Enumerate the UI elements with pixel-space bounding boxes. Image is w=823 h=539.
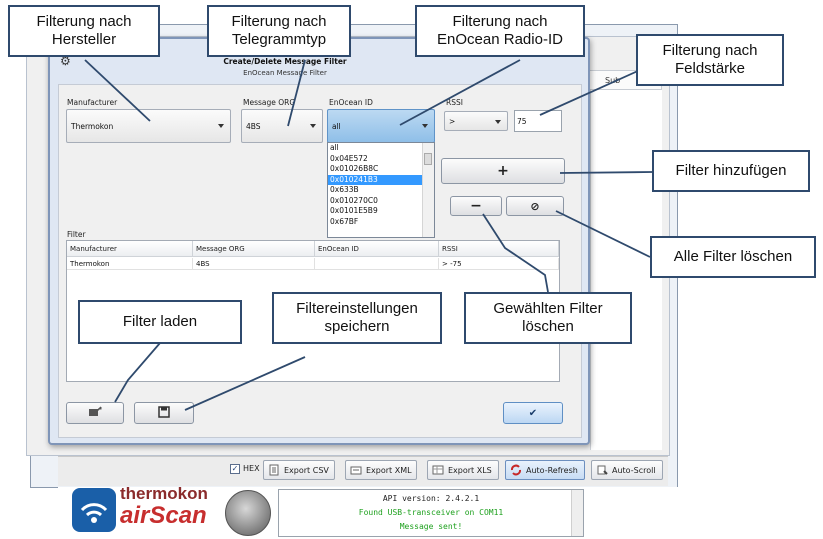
xml-file-icon	[350, 464, 362, 476]
callout-delete-all: Alle Filter löschen	[650, 236, 816, 278]
manufacturer-label: Manufacturer	[67, 98, 118, 107]
add-filter-button[interactable]: +	[441, 158, 565, 184]
scroll-icon	[596, 464, 608, 476]
callout-text: Filter laden	[122, 313, 198, 330]
console-scrollbar[interactable]	[571, 490, 583, 536]
chevron-down-icon	[310, 124, 316, 128]
brand-logo-text: thermokon	[120, 484, 208, 503]
callout-text: Filterung nach	[36, 13, 132, 30]
knob-icon[interactable]	[225, 490, 271, 536]
callout-text: Filterung nach	[452, 13, 548, 30]
callout-save-settings: Filtereinstellungen speichern	[272, 292, 442, 344]
dropdown-option[interactable]: 0x0101E5B9	[328, 206, 422, 217]
callout-text: Filterung nach	[662, 42, 758, 59]
table-cell[interactable]: Thermokon	[67, 258, 193, 270]
callout-text: Telegrammtyp	[231, 31, 327, 48]
column-header[interactable]: Message ORG	[193, 241, 315, 257]
column-header[interactable]: RSSI	[439, 241, 559, 257]
callout-text: Filtereinstellungen	[296, 300, 418, 317]
export-csv-label: Export CSV	[284, 465, 329, 475]
auto-scroll-button[interactable]: Auto-Scroll	[591, 460, 663, 480]
chevron-down-icon	[422, 124, 428, 128]
message-org-label: Message ORG	[243, 98, 296, 107]
callout-text: Gewählten Filter	[493, 300, 603, 317]
enocean-id-value: all	[332, 122, 341, 131]
rssi-value-input[interactable]: 75	[514, 110, 562, 132]
dropdown-option-selected[interactable]: 0x010241B3	[328, 174, 422, 185]
callout-load-filter: Filter laden	[78, 300, 242, 344]
hex-checkbox[interactable]: ✓	[230, 464, 240, 474]
chevron-down-icon	[495, 120, 501, 124]
callout-text: Hersteller	[51, 31, 117, 48]
xls-file-icon	[432, 464, 444, 476]
manufacturer-select[interactable]: Thermokon	[66, 109, 231, 143]
callout-manufacturer: Filterung nach Hersteller	[8, 5, 160, 57]
export-csv-button[interactable]: Export CSV	[263, 460, 335, 480]
callout-field-strength: Filterung nach Feldstärke	[636, 34, 784, 86]
enocean-id-dropdown-list: all 0x04E572 0x01026B8C 0x010241B3 0x633…	[327, 142, 435, 238]
hex-label: HEX	[243, 464, 260, 473]
export-xml-label: Export XML	[366, 465, 412, 475]
callout-text: Alle Filter löschen	[673, 248, 793, 265]
dialog-subtitle: EnOcean Message Filter	[243, 69, 327, 77]
callout-text: Feldstärke	[674, 60, 746, 77]
callout-text: Filterung nach	[231, 13, 327, 30]
callout-text: EnOcean Radio-ID	[437, 31, 563, 48]
filter-section-label: Filter	[67, 230, 86, 239]
callout-delete-selected: Gewählten Filter löschen	[464, 292, 632, 344]
csv-file-icon	[268, 464, 280, 476]
message-org-value: 4BS	[246, 122, 261, 131]
export-xls-button[interactable]: Export XLS	[427, 460, 499, 480]
manufacturer-value: Thermokon	[71, 122, 114, 131]
console-line: Message sent!	[399, 522, 463, 531]
chevron-down-icon	[218, 124, 224, 128]
scrollbar-thumb[interactable]	[424, 153, 432, 165]
dropdown-option[interactable]: all	[328, 143, 422, 154]
enocean-id-label: EnOcean ID	[329, 98, 373, 107]
console-output: API version: 2.4.2.1 Found USB-transceiv…	[278, 489, 584, 537]
dropdown-option[interactable]: 0x67BF	[328, 217, 422, 228]
message-org-select[interactable]: 4BS	[241, 109, 323, 143]
rssi-operator-select[interactable]: >	[444, 111, 508, 131]
callout-radio-id: Filterung nach EnOcean Radio-ID	[415, 5, 585, 57]
save-filter-button[interactable]	[134, 402, 194, 424]
product-logo-text: airScan	[120, 502, 207, 529]
remove-filter-button[interactable]: −	[450, 196, 502, 216]
callout-add-filter: Filter hinzufügen	[652, 150, 810, 192]
load-folder-icon	[88, 405, 102, 421]
export-xls-label: Export XLS	[448, 465, 492, 475]
refresh-icon	[510, 464, 522, 476]
column-header[interactable]: Manufacturer	[67, 241, 193, 257]
wifi-logo-icon	[72, 488, 116, 532]
console-line: Found USB-transceiver on COM11	[358, 508, 504, 517]
dialog-title: Create/Delete Message Filter	[223, 57, 347, 66]
console-line: API version: 2.4.2.1	[382, 494, 480, 503]
dropdown-option[interactable]: 0x04E572	[328, 154, 422, 165]
dropdown-option[interactable]: 0x633B	[328, 185, 422, 196]
dropdown-option[interactable]: 0x01026B8C	[328, 164, 422, 175]
auto-refresh-label: Auto-Refresh	[526, 465, 578, 475]
table-cell[interactable]	[315, 258, 439, 270]
clear-filters-button[interactable]: ⊘	[506, 196, 564, 216]
rssi-operator-value: >	[449, 117, 456, 126]
save-disk-icon	[158, 405, 170, 421]
dropdown-scrollbar[interactable]	[422, 143, 434, 237]
callout-text: Filter hinzufügen	[675, 162, 787, 179]
callout-telegram-type: Filterung nach Telegrammtyp	[207, 5, 351, 57]
ok-button[interactable]: ✔	[503, 402, 563, 424]
auto-refresh-button[interactable]: Auto-Refresh	[505, 460, 585, 480]
dropdown-option[interactable]: 0x010270C0	[328, 196, 422, 207]
rssi-label: RSSI	[446, 98, 463, 107]
column-header[interactable]: EnOcean ID	[315, 241, 439, 257]
load-filter-button[interactable]	[66, 402, 124, 424]
table-cell[interactable]: 4BS	[193, 258, 315, 270]
export-xml-button[interactable]: Export XML	[345, 460, 417, 480]
callout-text: speichern	[324, 318, 390, 335]
enocean-id-select[interactable]: all	[327, 109, 435, 143]
auto-scroll-label: Auto-Scroll	[612, 465, 656, 475]
callout-text: löschen	[522, 318, 574, 335]
table-cell[interactable]: > -75	[439, 258, 559, 270]
